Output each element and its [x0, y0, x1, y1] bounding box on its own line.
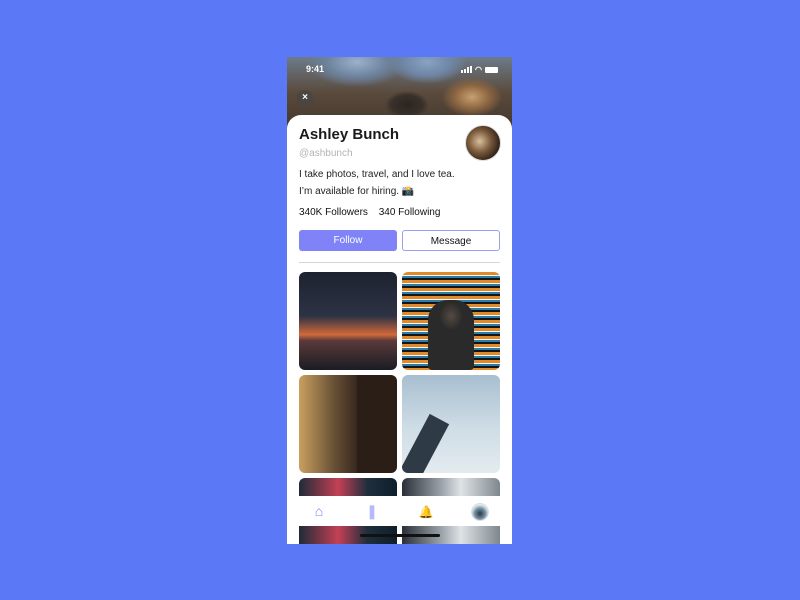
battery-icon — [485, 66, 498, 73]
profile-handle: @ashbunch — [299, 148, 353, 159]
tab-home[interactable]: ⌂ — [310, 502, 328, 520]
photo-alley-archway[interactable] — [299, 375, 397, 473]
followers-count[interactable]: 340K Followers — [299, 207, 368, 218]
bell-icon: 🔔 — [418, 505, 434, 519]
close-button[interactable]: × — [297, 90, 313, 106]
close-icon: × — [302, 92, 308, 103]
follow-button[interactable]: Follow — [299, 230, 397, 251]
tab-bar: ⌂ ❚ 🔔 — [287, 496, 512, 526]
photo-sunset-silhouette[interactable] — [299, 272, 397, 370]
photo-bridge-tower[interactable] — [402, 375, 500, 473]
tab-profile[interactable] — [471, 503, 489, 521]
profile-stats: 340K Followers 340 Following — [299, 207, 448, 218]
home-indicator — [360, 534, 440, 537]
wifi-icon: ◠ — [475, 65, 482, 74]
home-icon: ⌂ — [314, 503, 324, 519]
avatar[interactable] — [465, 125, 501, 161]
status-bar: 9:41 ◠ — [287, 64, 512, 78]
bookmark-icon: ❚ — [366, 503, 378, 519]
profile-name: Ashley Bunch — [299, 126, 400, 143]
following-count[interactable]: 340 Following — [379, 207, 441, 218]
photo-hooded-man-lights[interactable] — [402, 272, 500, 370]
signal-icon — [461, 66, 473, 73]
status-time: 9:41 — [306, 64, 325, 74]
message-button[interactable]: Message — [402, 230, 500, 251]
tab-bookmarks[interactable]: ❚ — [363, 502, 381, 520]
profile-card: Ashley Bunch @ashbunch I take photos, tr… — [287, 115, 512, 544]
tab-notifications[interactable]: 🔔 — [417, 502, 435, 520]
profile-bio: I take photos, travel, and I love tea. I… — [299, 169, 455, 197]
divider — [299, 262, 500, 263]
phone-screen: 9:41 ◠ × Ashley Bunch @ashbunch I take p… — [287, 57, 512, 544]
